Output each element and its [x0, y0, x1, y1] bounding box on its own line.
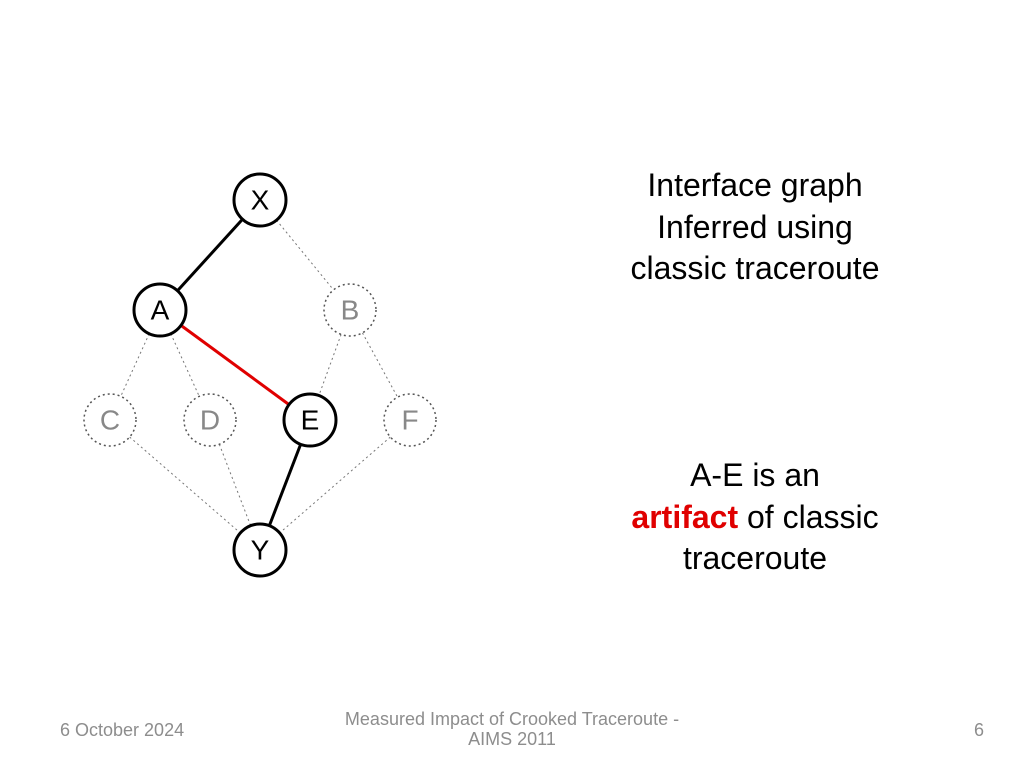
edge-F-Y	[280, 437, 391, 533]
node-label-F: F	[401, 405, 418, 436]
edge-B-E	[319, 334, 341, 395]
edge-D-Y	[219, 444, 250, 525]
footer: 6 October 2024 Measured Impact of Crooke…	[0, 710, 1024, 750]
graph-nodes: X A B C D E F Y	[84, 174, 436, 576]
caption-line-2: artifact of classic	[540, 497, 970, 539]
title-line-2: Inferred using	[540, 207, 970, 249]
caption-post: of classic	[738, 499, 878, 535]
edge-A-E	[181, 325, 289, 404]
footer-title: Measured Impact of Crooked Traceroute - …	[0, 710, 1024, 750]
node-label-X: X	[251, 185, 270, 216]
node-label-A: A	[151, 295, 170, 326]
slide: X A B C D E F Y Interface graph Inferred using …	[0, 0, 1024, 768]
edge-C-Y	[130, 437, 241, 533]
title-block: Interface graph Inferred using classic t…	[540, 165, 970, 290]
graph-edges	[121, 219, 398, 533]
node-label-D: D	[200, 405, 220, 436]
edge-X-A	[177, 219, 242, 291]
graph-diagram: X A B C D E F Y	[60, 160, 480, 600]
title-line-3: classic traceroute	[540, 248, 970, 290]
node-label-B: B	[341, 295, 360, 326]
edge-A-C	[121, 334, 149, 397]
caption-line-1: A-E is an	[540, 455, 970, 497]
node-label-Y: Y	[251, 535, 270, 566]
node-label-E: E	[301, 405, 320, 436]
edge-A-D	[171, 334, 199, 397]
edge-B-F	[362, 333, 397, 397]
edge-E-Y	[269, 444, 300, 525]
edge-X-B	[276, 220, 333, 290]
caption-block: A-E is an artifact of classic traceroute	[540, 455, 970, 580]
caption-line-3: traceroute	[540, 538, 970, 580]
title-line-1: Interface graph	[540, 165, 970, 207]
footer-page: 6	[974, 720, 984, 741]
node-label-C: C	[100, 405, 120, 436]
caption-red: artifact	[631, 499, 738, 535]
